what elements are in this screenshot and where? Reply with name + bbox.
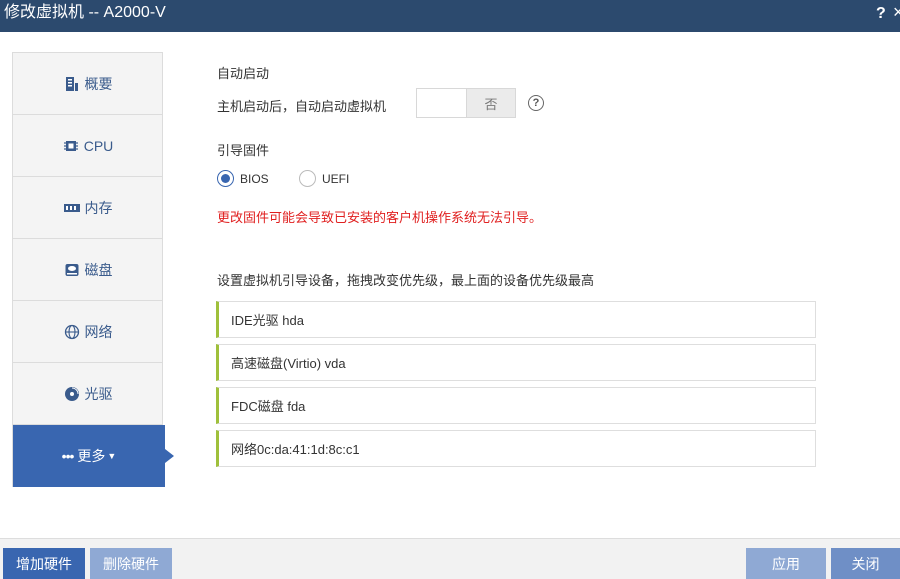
sidebar-item-label: 网络 — [84, 323, 113, 340]
add-hardware-button[interactable]: 增加硬件 — [3, 548, 85, 579]
boot-device-item[interactable]: IDE光驱 hda — [216, 301, 816, 338]
radio-selected-icon — [217, 170, 234, 187]
chevron-down-icon: ▼ — [107, 451, 117, 461]
boot-device-item[interactable]: 高速磁盘(Virtio) vda — [216, 344, 816, 381]
remove-hardware-button[interactable]: 删除硬件 — [90, 548, 172, 579]
close-button[interactable]: 关闭 — [831, 548, 900, 579]
sidebar: 概要 CPU 内存 磁盘 网络 光驱 ••• 更多 ▼ — [12, 52, 174, 487]
sidebar-item-label: 更多 — [77, 448, 106, 464]
sidebar-item-cdrom[interactable]: 光驱 — [13, 363, 162, 425]
autostart-label: 主机启动后，自动启动虚拟机 — [217, 99, 387, 114]
disk-icon — [63, 261, 81, 279]
radio-label-bios: BIOS — [240, 171, 269, 186]
cdrom-icon — [63, 385, 81, 403]
sidebar-item-label: 磁盘 — [84, 261, 113, 278]
toggle-value: 否 — [466, 89, 515, 117]
sidebar-item-label: 光驱 — [84, 385, 113, 402]
radio-label-uefi: UEFI — [322, 171, 350, 186]
firmware-section-title: 引导固件 — [217, 143, 270, 158]
sidebar-item-label: CPU — [83, 137, 114, 154]
more-icon: ••• — [61, 448, 75, 464]
network-icon — [63, 323, 81, 341]
sidebar-item-summary[interactable]: 概要 — [13, 53, 162, 115]
boot-device-item[interactable]: FDC磁盘 fda — [216, 387, 816, 424]
firmware-warning: 更改固件可能会导致已安装的客户机操作系统无法引导。 — [217, 210, 543, 225]
sidebar-item-network[interactable]: 网络 — [13, 301, 162, 363]
autostart-section-title: 自动启动 — [217, 66, 270, 81]
sidebar-item-label: 概要 — [84, 75, 113, 92]
sidebar-item-memory[interactable]: 内存 — [13, 177, 162, 239]
radio-unselected-icon — [299, 170, 316, 187]
radio-bios[interactable]: BIOS — [217, 170, 269, 187]
help-icon[interactable]: ? — [876, 5, 886, 23]
apply-button[interactable]: 应用 — [746, 548, 826, 579]
title-bar: 修改虚拟机 -- A2000-V ? × — [0, 0, 900, 32]
sidebar-item-cpu[interactable]: CPU — [13, 115, 162, 177]
summary-icon — [63, 75, 81, 93]
autostart-toggle[interactable]: 否 — [416, 88, 516, 118]
radio-uefi[interactable]: UEFI — [299, 170, 349, 187]
boot-device-item[interactable]: 网络0c:da:41:1d:8c:c1 — [216, 430, 816, 467]
window-title: 修改虚拟机 -- A2000-V — [4, 4, 166, 21]
cpu-icon — [62, 137, 80, 155]
sidebar-item-more[interactable]: ••• 更多 ▼ — [13, 425, 174, 487]
sidebar-item-disk[interactable]: 磁盘 — [13, 239, 162, 301]
close-icon[interactable]: × — [893, 2, 900, 23]
boot-order-label: 设置虚拟机引导设备，拖拽改变优先级，最上面的设备优先级最高 — [217, 273, 595, 288]
sidebar-item-label: 内存 — [84, 199, 113, 216]
memory-icon — [63, 199, 81, 217]
help-question-icon[interactable]: ? — [528, 95, 544, 111]
